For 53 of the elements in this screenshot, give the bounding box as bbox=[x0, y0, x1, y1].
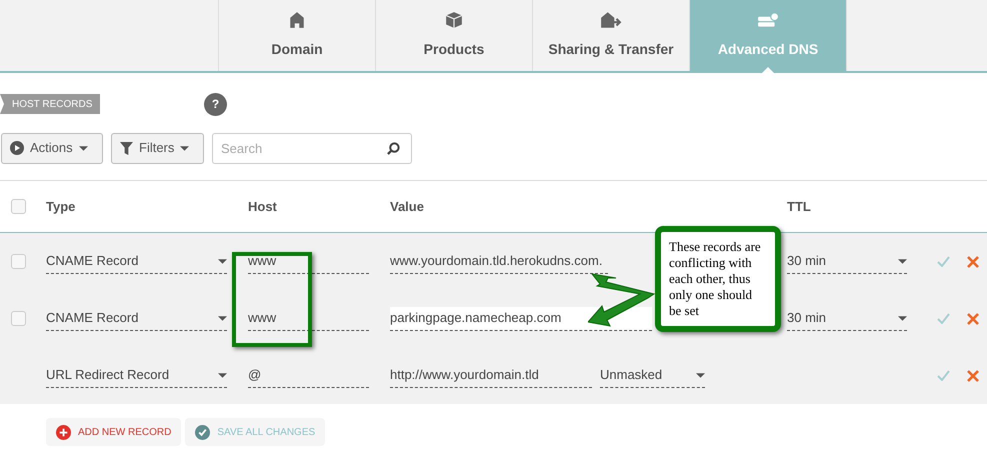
type-dropdown[interactable]: URL Redirect Record bbox=[46, 364, 227, 388]
host-field[interactable]: www bbox=[248, 250, 369, 274]
column-header: Host bbox=[248, 198, 278, 216]
filter-icon bbox=[120, 142, 133, 154]
column-header: TTL bbox=[787, 198, 811, 216]
house-icon bbox=[288, 11, 306, 29]
caret-icon bbox=[898, 316, 907, 320]
value-field[interactable]: www.yourdomain.tld.herokudns.com. bbox=[390, 250, 608, 274]
value-field[interactable]: parkingpage.namecheap.com bbox=[390, 306, 652, 330]
check-icon[interactable] bbox=[937, 256, 950, 267]
type-dropdown[interactable]: CNAME Record bbox=[46, 250, 227, 274]
plus-icon bbox=[56, 424, 71, 440]
callout-text: These records are conflicting with each other, thus only one should be set bbox=[669, 239, 762, 319]
add-record-button[interactable]: ADD NEW RECORD bbox=[46, 418, 182, 446]
search-icon[interactable] bbox=[387, 142, 400, 154]
server-icon bbox=[757, 11, 779, 29]
tab-pointer bbox=[762, 67, 774, 73]
house-arrow-icon bbox=[600, 11, 622, 29]
check-icon[interactable] bbox=[937, 313, 950, 324]
checkbox[interactable] bbox=[11, 311, 26, 326]
host-field[interactable]: www bbox=[248, 306, 369, 330]
checkbox[interactable] bbox=[11, 199, 26, 214]
column-header: Type bbox=[46, 198, 76, 216]
caret-icon bbox=[78, 146, 88, 150]
host-field[interactable]: @ bbox=[248, 364, 369, 388]
value-field[interactable]: http://www.yourdomain.tld bbox=[390, 364, 592, 388]
caret-icon bbox=[218, 372, 227, 378]
caret-icon bbox=[218, 316, 227, 320]
tab[interactable]: Products bbox=[375, 0, 532, 71]
box-icon bbox=[445, 11, 463, 29]
filters-button[interactable]: Filters bbox=[111, 132, 204, 164]
caret-icon bbox=[696, 372, 705, 378]
double-arrow bbox=[588, 272, 656, 328]
caret-icon bbox=[898, 258, 907, 264]
delete-icon[interactable] bbox=[967, 312, 979, 324]
actions-button[interactable]: Actions bbox=[1, 132, 103, 164]
search-field[interactable]: Search bbox=[212, 132, 412, 164]
caret-icon bbox=[180, 146, 190, 150]
checkbox[interactable] bbox=[11, 254, 26, 269]
play-icon bbox=[10, 141, 24, 155]
column-header: Value bbox=[390, 198, 425, 216]
type-dropdown[interactable]: CNAME Record bbox=[46, 306, 227, 330]
mask-dropdown[interactable]: Unmasked bbox=[600, 364, 705, 388]
tab[interactable]: Domain bbox=[218, 0, 375, 71]
check-icon[interactable] bbox=[937, 370, 950, 381]
delete-icon[interactable] bbox=[967, 256, 979, 268]
section-label: HOST RECORDS bbox=[0, 94, 100, 114]
delete-icon[interactable] bbox=[967, 370, 979, 382]
ttl-dropdown[interactable]: 30 min bbox=[787, 250, 907, 274]
check-icon bbox=[195, 424, 210, 440]
ttl-dropdown[interactable]: 30 min bbox=[787, 306, 907, 330]
help-button[interactable]: ? bbox=[204, 92, 227, 116]
caret-icon bbox=[218, 258, 227, 264]
